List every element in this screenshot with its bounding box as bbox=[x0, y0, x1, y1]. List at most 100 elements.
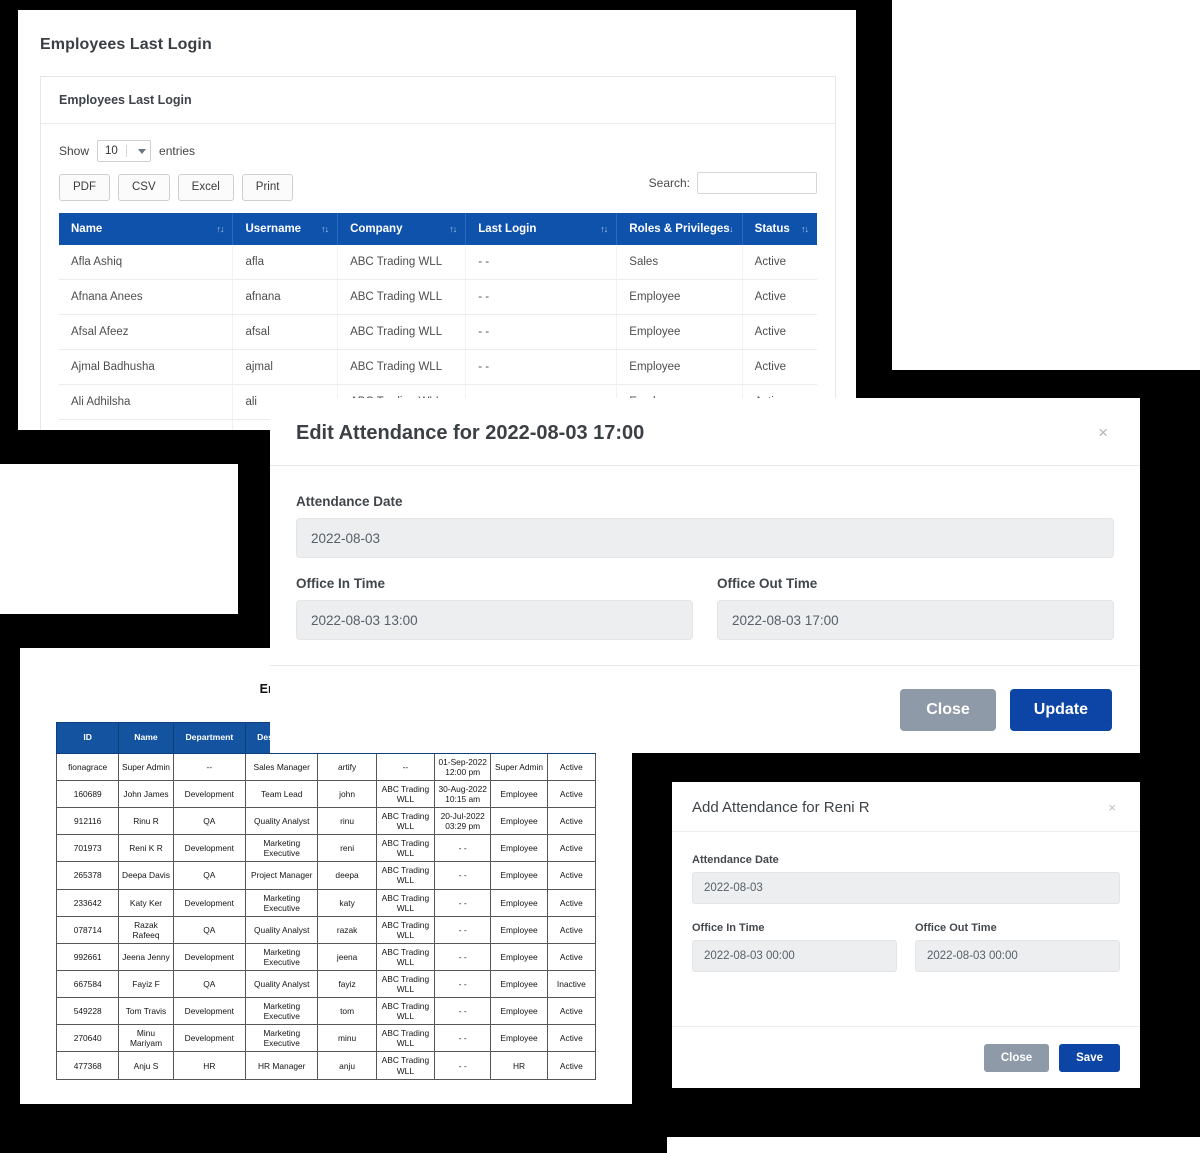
column-header-company[interactable]: Company ↑↓ bbox=[338, 213, 466, 245]
report-cell: ABC Trading WLL bbox=[376, 943, 434, 970]
report-cell: Marketing Executive bbox=[246, 998, 318, 1025]
report-cell: tom bbox=[318, 998, 376, 1025]
close-icon[interactable]: × bbox=[1094, 422, 1112, 443]
employees-last-login-panel: Employees Last Login Employees Last Logi… bbox=[18, 10, 856, 430]
report-cell: fayiz bbox=[318, 971, 376, 998]
cell-name: Alsab K bbox=[59, 419, 233, 430]
background-surface-bottom bbox=[667, 1137, 1200, 1153]
report-cell: Employee bbox=[491, 808, 547, 835]
report-column-header: ID bbox=[57, 723, 119, 754]
report-cell: reni bbox=[318, 835, 376, 862]
report-cell: Active bbox=[547, 998, 595, 1025]
office-out-time-group: Office Out Time 2022-08-03 00:00 bbox=[915, 922, 1120, 972]
cell-roles: Employee bbox=[617, 279, 742, 314]
edit-modal-body: Attendance Date 2022-08-03 Office In Tim… bbox=[270, 466, 1140, 658]
report-table: IDNameDepartmentDesignationUsernameCompa… bbox=[56, 722, 596, 1080]
report-table-row: 992661Jeena JennyDevelopmentMarketing Ex… bbox=[57, 943, 596, 970]
report-cell: Marketing Executive bbox=[246, 835, 318, 862]
table-row[interactable]: Ajmal BadhushaajmalABC Trading WLL- -Emp… bbox=[59, 349, 817, 384]
edit-update-button[interactable]: Update bbox=[1010, 689, 1112, 731]
time-fields-row: Office In Time 2022-08-03 13:00 Office O… bbox=[296, 576, 1114, 658]
report-cell: Quality Analyst bbox=[246, 916, 318, 943]
report-cell: 20-Jul-2022 03:29 pm bbox=[435, 808, 491, 835]
report-cell: Rinu R bbox=[119, 808, 173, 835]
report-cell: Development bbox=[173, 780, 245, 807]
report-cell: Quality Analyst bbox=[246, 971, 318, 998]
report-table-row: 667584Fayiz FQAQuality AnalystfayizABC T… bbox=[57, 971, 596, 998]
report-cell: QA bbox=[173, 916, 245, 943]
sort-icon: ↑↓ bbox=[449, 224, 456, 234]
add-close-button[interactable]: Close bbox=[984, 1044, 1049, 1072]
report-cell: - - bbox=[435, 1025, 491, 1052]
print-button[interactable]: Print bbox=[242, 174, 294, 201]
close-icon[interactable]: × bbox=[1104, 799, 1120, 816]
report-cell: Project Manager bbox=[246, 862, 318, 889]
attendance-date-field[interactable]: 2022-08-03 bbox=[692, 872, 1120, 904]
cell-name: Afsal Afeez bbox=[59, 314, 233, 349]
length-menu-row: Show 10 entries bbox=[59, 140, 817, 162]
report-cell: Development bbox=[173, 998, 245, 1025]
attendance-date-group: Attendance Date 2022-08-03 bbox=[692, 854, 1120, 904]
sort-icon: ↑↓ bbox=[600, 224, 607, 234]
report-cell: Tom Travis bbox=[119, 998, 173, 1025]
report-cell: 701973 bbox=[57, 835, 119, 862]
report-cell: - - bbox=[435, 835, 491, 862]
report-cell: 160689 bbox=[57, 780, 119, 807]
office-out-time-field[interactable]: 2022-08-03 00:00 bbox=[915, 940, 1120, 972]
report-cell: Employee bbox=[491, 889, 547, 916]
report-cell: 992661 bbox=[57, 943, 119, 970]
report-cell: Employee bbox=[491, 862, 547, 889]
sort-icon: ↑↓ bbox=[726, 224, 733, 234]
cell-name: Afnana Anees bbox=[59, 279, 233, 314]
report-cell: ABC Trading WLL bbox=[376, 835, 434, 862]
report-cell: Employee bbox=[491, 916, 547, 943]
column-header-name[interactable]: Name ↑↓ bbox=[59, 213, 233, 245]
office-in-time-field[interactable]: 2022-08-03 13:00 bbox=[296, 600, 693, 640]
column-header-status[interactable]: Status ↑↓ bbox=[742, 213, 817, 245]
report-cell: Active bbox=[547, 862, 595, 889]
cell-company: ABC Trading WLL bbox=[338, 349, 466, 384]
edit-modal-title: Edit Attendance for 2022-08-03 17:00 bbox=[296, 422, 644, 445]
report-cell: Marketing Executive bbox=[246, 1025, 318, 1052]
cell-status: Active bbox=[742, 245, 817, 280]
office-in-time-label: Office In Time bbox=[692, 922, 897, 934]
background-surface-left bbox=[0, 464, 238, 614]
entries-length-select[interactable]: 10 bbox=[97, 140, 151, 162]
attendance-date-field[interactable]: 2022-08-03 bbox=[296, 518, 1114, 558]
report-cell: QA bbox=[173, 808, 245, 835]
export-pdf-button[interactable]: PDF bbox=[59, 174, 110, 201]
datatable-card: Employees Last Login Show 10 entries PDF… bbox=[40, 76, 836, 430]
report-cell: Employee bbox=[491, 780, 547, 807]
cell-name: Ajmal Badhusha bbox=[59, 349, 233, 384]
search-label: Search: bbox=[649, 176, 690, 190]
cell-company: ABC Trading WLL bbox=[338, 279, 466, 314]
export-excel-button[interactable]: Excel bbox=[178, 174, 234, 201]
office-out-time-field[interactable]: 2022-08-03 17:00 bbox=[717, 600, 1114, 640]
report-cell: 477368 bbox=[57, 1052, 119, 1079]
table-row[interactable]: Afla AshiqaflaABC Trading WLL- -SalesAct… bbox=[59, 245, 817, 280]
report-cell: Super Admin bbox=[491, 753, 547, 780]
table-row[interactable]: Afsal AfeezafsalABC Trading WLL- -Employ… bbox=[59, 314, 817, 349]
report-cell: Team Lead bbox=[246, 780, 318, 807]
search-input[interactable] bbox=[697, 172, 817, 194]
column-label: Roles & Privileges bbox=[629, 223, 729, 235]
entries-label: entries bbox=[159, 144, 195, 158]
column-label: Username bbox=[245, 223, 301, 235]
report-cell: Active bbox=[547, 916, 595, 943]
report-cell: 01-Sep-2022 12:00 pm bbox=[435, 753, 491, 780]
table-row[interactable]: Afnana AneesafnanaABC Trading WLL- -Empl… bbox=[59, 279, 817, 314]
report-table-row: 160689John JamesDevelopmentTeam Leadjohn… bbox=[57, 780, 596, 807]
report-cell: minu bbox=[318, 1025, 376, 1052]
column-header-roles[interactable]: Roles & Privileges ↑↓ bbox=[617, 213, 742, 245]
sort-icon: ↑↓ bbox=[321, 224, 328, 234]
cell-username: afla bbox=[233, 245, 338, 280]
export-csv-button[interactable]: CSV bbox=[118, 174, 170, 201]
office-in-time-field[interactable]: 2022-08-03 00:00 bbox=[692, 940, 897, 972]
column-header-username[interactable]: Username ↑↓ bbox=[233, 213, 338, 245]
report-cell: - - bbox=[435, 1052, 491, 1079]
column-label: Company bbox=[350, 223, 402, 235]
edit-close-button[interactable]: Close bbox=[900, 689, 996, 731]
column-header-last-login[interactable]: Last Login ↑↓ bbox=[466, 213, 617, 245]
report-cell: 270640 bbox=[57, 1025, 119, 1052]
add-save-button[interactable]: Save bbox=[1059, 1044, 1120, 1072]
